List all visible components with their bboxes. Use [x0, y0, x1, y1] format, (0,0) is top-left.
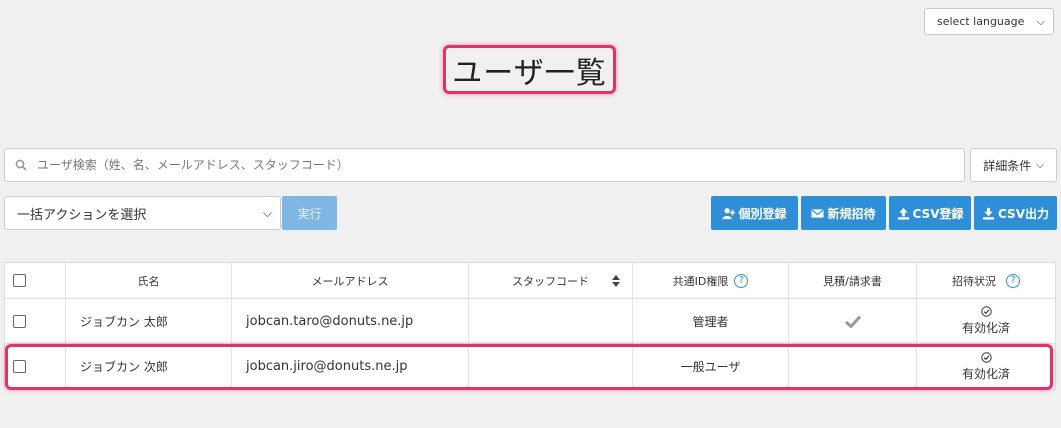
header-estimate: 見積/請求書 [789, 263, 917, 298]
user-shared-id-role: 管理者 [633, 299, 789, 343]
csv-register-label: CSV登録 [912, 206, 964, 221]
bulk-action-selected: 一括アクションを選択 [17, 207, 147, 223]
page-title-highlight: ユーザ一覧 [443, 45, 616, 94]
upload-icon [897, 207, 909, 220]
user-email: jobcan.taro@donuts.ne.jp [232, 299, 469, 343]
check-icon [844, 314, 861, 328]
detail-conditions-label: 詳細条件 [983, 158, 1032, 173]
row-checkbox-cell [5, 344, 66, 389]
header-invite-status-label: 招待状況 [952, 274, 996, 288]
new-invite-label: 新規招待 [827, 206, 876, 221]
select-all-checkbox[interactable] [12, 274, 26, 287]
page-title: ユーザ一覧 [452, 55, 607, 91]
new-invite-button[interactable]: 新規招待 [801, 196, 886, 230]
header-name: 氏名 [66, 263, 232, 298]
individual-register-label: 個別登録 [738, 206, 787, 221]
language-select-label: select language [937, 15, 1025, 28]
execute-label: 実行 [297, 206, 322, 221]
user-staff-code [469, 299, 633, 343]
header-email: メールアドレス [232, 263, 469, 298]
add-user-icon [722, 207, 736, 219]
csv-register-button[interactable]: CSV登録 [889, 196, 971, 230]
detail-conditions-button[interactable]: 詳細条件 ⌵ [970, 148, 1057, 182]
search-icon [15, 159, 27, 171]
table-row: ジョブカン 太郎 jobcan.taro@donuts.ne.jp 管理者 有効… [5, 299, 1055, 344]
header-shared-id-label: 共通ID権限 [672, 274, 729, 288]
check-circle-icon [980, 351, 992, 363]
csv-export-button[interactable]: CSV出力 [974, 196, 1057, 230]
row-checkbox-cell [5, 299, 66, 343]
user-table: 氏名 メールアドレス スタッフコード 共通ID権限 ? 見積/請求書 招待状況 … [4, 262, 1056, 390]
table-header: 氏名 メールアドレス スタッフコード 共通ID権限 ? 見積/請求書 招待状況 … [5, 263, 1055, 299]
individual-register-button[interactable]: 個別登録 [711, 196, 798, 230]
header-invite-status: 招待状況 ? [917, 263, 1055, 298]
row-checkbox[interactable] [12, 360, 26, 373]
check-circle-icon [980, 306, 992, 317]
bulk-action-select[interactable]: 一括アクションを選択 ⌵ [4, 196, 281, 230]
help-icon[interactable]: ? [1006, 273, 1020, 288]
header-staff-code[interactable]: スタッフコード [469, 263, 633, 298]
search-bar[interactable] [4, 148, 965, 182]
invite-status-text: 有効化済 [961, 366, 1010, 381]
chevron-down-icon: ⌵ [1036, 159, 1044, 171]
chevron-down-icon: ⌵ [262, 205, 272, 220]
header-staff-code-label: スタッフコード [512, 274, 589, 288]
user-email: jobcan.jiro@donuts.ne.jp [232, 344, 469, 389]
chevron-down-icon: ⌵ [1036, 14, 1045, 28]
invite-status-cell: 有効化済 [917, 299, 1055, 343]
user-name[interactable]: ジョブカン 太郎 [66, 299, 232, 343]
user-staff-code [469, 344, 633, 389]
execute-button[interactable]: 実行 [282, 196, 337, 230]
header-shared-id: 共通ID権限 ? [633, 263, 789, 298]
csv-export-label: CSV出力 [998, 206, 1049, 221]
estimate-cell [789, 299, 917, 343]
estimate-cell [789, 344, 917, 389]
user-shared-id-role: 一般ユーザ [633, 344, 789, 389]
language-select[interactable]: select language ⌵ [924, 8, 1054, 35]
help-icon[interactable]: ? [734, 273, 749, 288]
invite-status-cell: 有効化済 [917, 344, 1055, 389]
select-all-cell [5, 263, 66, 298]
row-checkbox[interactable] [12, 314, 26, 328]
user-name[interactable]: ジョブカン 次郎 [66, 344, 232, 389]
sort-icon[interactable] [612, 275, 620, 287]
table-row: ジョブカン 次郎 jobcan.jiro@donuts.ne.jp 一般ユーザ … [5, 344, 1055, 389]
invite-status-text: 有効化済 [961, 321, 1010, 335]
search-input[interactable] [37, 158, 937, 172]
envelope-icon [811, 208, 825, 218]
download-icon [982, 207, 995, 220]
